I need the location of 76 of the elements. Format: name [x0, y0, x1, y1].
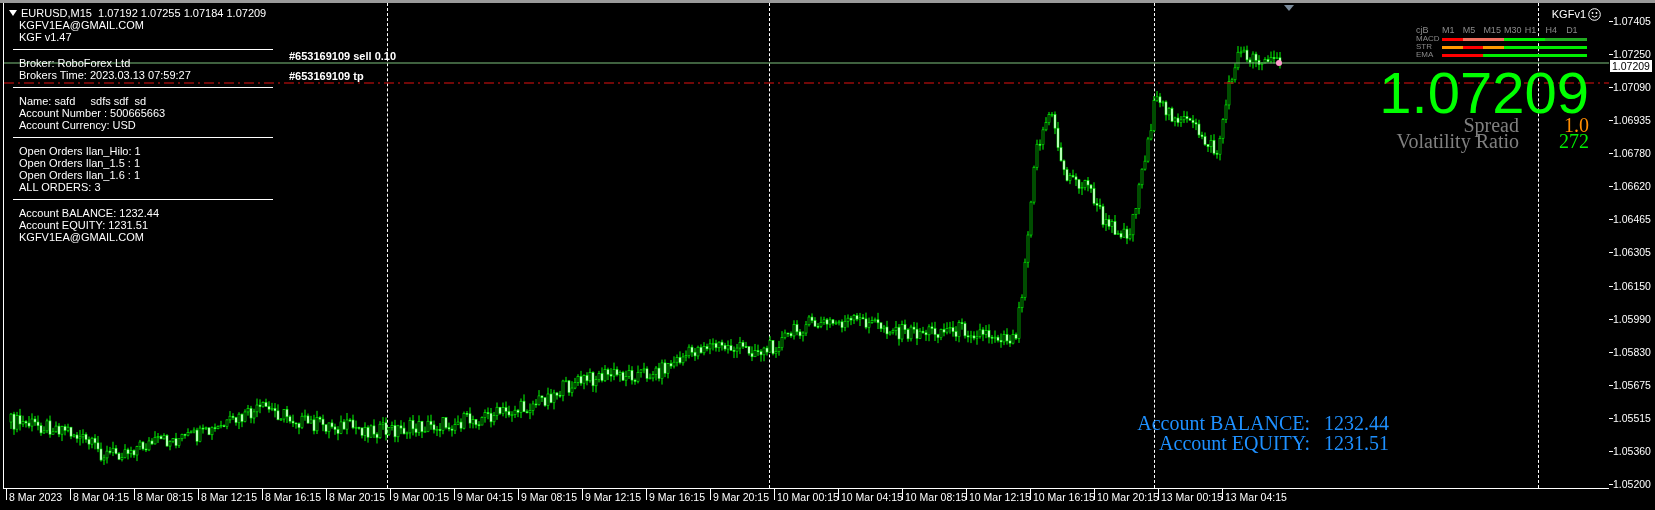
order-label: #653169109 sell 0.10: [289, 50, 397, 62]
price-label: 1.05200: [1613, 477, 1651, 490]
account-label: Account BALANCE:: [1137, 413, 1310, 433]
info-text: Open Orders Ilan_Hilo: 1: [18, 145, 142, 157]
price-label: 1.07090: [1613, 81, 1651, 94]
timeframe-label: M1: [1442, 25, 1456, 35]
time-label: 9 Mar 08:15: [521, 490, 579, 504]
order-marker-icon: [1276, 60, 1282, 66]
row-label: EMA: [1416, 51, 1435, 59]
info-text: Account Number : 500665663: [18, 107, 167, 119]
price-label: 1.05515: [1613, 411, 1651, 424]
info-text: Account EQUITY: 1231.51: [18, 219, 150, 231]
time-label: 8 Mar 08:15: [137, 490, 195, 504]
price-label: 1.06935: [1613, 114, 1651, 127]
timeframe-label: M5: [1462, 25, 1477, 35]
info-text: Name: safd sdfs sdf sd: [18, 95, 148, 107]
time-label: 10 Mar 20:15: [1097, 490, 1158, 504]
chart-header-text: EURUSD,M15 1.07192 1.07255 1.07184 1.07209: [21, 7, 267, 19]
timeframe-label: M15: [1483, 25, 1502, 35]
indicator-name: KGFv1: [1551, 7, 1586, 21]
order-label: #653169109 tp: [289, 70, 364, 82]
info-text: Account Currency: USD: [18, 119, 137, 131]
time-label: 8 Mar 12:15: [201, 490, 259, 504]
info-text: Open Orders Ilan_1.5 : 1: [18, 157, 142, 169]
account-label: Account EQUITY:: [1158, 433, 1310, 453]
price-label: 1.05360: [1613, 444, 1651, 457]
table-header: cjB: [1416, 25, 1430, 35]
time-label: 10 Mar 12:15: [969, 490, 1030, 504]
timeframe-label: D1: [1566, 25, 1579, 35]
time-label: 13 Mar 04:15: [1225, 490, 1286, 504]
stat-value: 272: [1558, 133, 1589, 149]
time-label: 10 Mar 00:15: [777, 490, 838, 504]
price-label: 1.06305: [1613, 246, 1651, 259]
collapse-icon[interactable]: [9, 10, 17, 16]
info-text: KGF v1.47: [18, 31, 73, 43]
account-value: 1232.44: [1324, 413, 1389, 433]
stat-value: 1.0: [1564, 117, 1589, 133]
price-label: 1.06620: [1613, 180, 1651, 193]
time-label: 8 Mar 04:15: [73, 490, 131, 504]
price-label: 1.06780: [1613, 147, 1651, 160]
price-label: 1.06465: [1613, 213, 1651, 226]
info-text: Open Orders Ilan_1.6 : 1: [18, 169, 142, 181]
smiley-icon: [1588, 7, 1601, 21]
timeframe-label: H4: [1545, 25, 1558, 35]
info-text: KGFV1EA@GMAIL.COM: [18, 231, 145, 243]
time-label: 9 Mar 20:15: [713, 490, 771, 504]
chart-shift-icon[interactable]: [1284, 5, 1294, 11]
time-label: 13 Mar 00:15: [1161, 490, 1222, 504]
info-text: Broker: RoboForex Ltd: [18, 57, 132, 69]
time-label: 10 Mar 08:15: [905, 490, 966, 504]
time-label: 9 Mar 04:15: [457, 490, 515, 504]
account-value: 1231.51: [1324, 433, 1389, 453]
price-label: 1.07250: [1613, 48, 1651, 61]
time-label: 8 Mar 16:15: [265, 490, 323, 504]
price-label: 1.07405: [1613, 15, 1651, 27]
price-label: 1.05830: [1613, 345, 1651, 358]
timeframe-label: M30: [1504, 25, 1523, 35]
time-label: 9 Mar 16:15: [649, 490, 707, 504]
time-label: 10 Mar 16:15: [1033, 490, 1094, 504]
timeframe-label: H1: [1524, 25, 1538, 35]
time-label: 9 Mar 12:15: [585, 490, 643, 504]
time-label: 8 Mar 20:15: [329, 490, 387, 504]
price-label: 1.05675: [1613, 378, 1651, 391]
info-text: Brokers Time: 2023.03.13 07:59:27: [18, 69, 192, 81]
info-text: ALL ORDERS: 3: [18, 181, 102, 193]
time-label: 8 Mar 2023: [9, 490, 64, 504]
row-label: MACD: [1416, 35, 1441, 43]
time-label: 9 Mar 00:15: [393, 490, 451, 504]
info-text: Account BALANCE: 1232.44: [18, 207, 161, 219]
price-display: 1.07209: [1379, 71, 1589, 115]
current-price-label: 1.07209: [1610, 60, 1652, 72]
time-label: 10 Mar 04:15: [841, 490, 902, 504]
price-label: 1.06150: [1613, 279, 1651, 292]
row-label: STR: [1416, 43, 1433, 51]
info-text: KGFV1EA@GMAIL.COM: [18, 19, 145, 31]
price-label: 1.05990: [1613, 312, 1651, 325]
